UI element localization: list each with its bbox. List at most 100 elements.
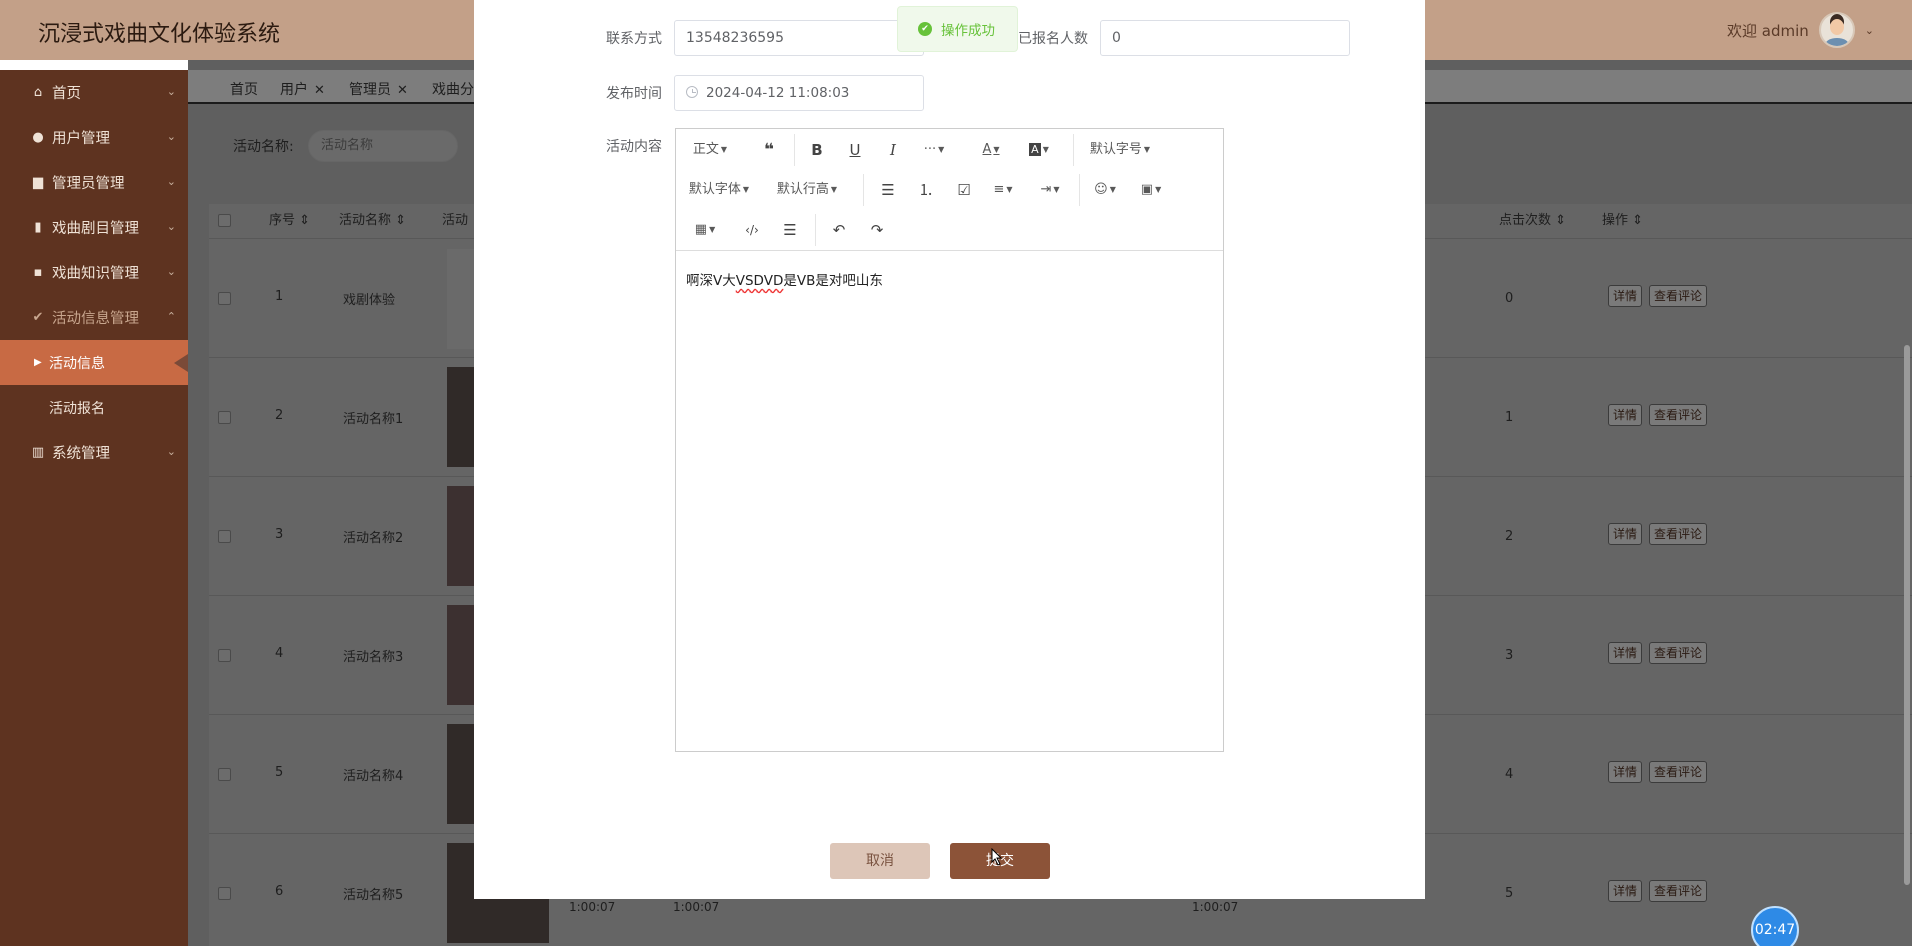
code-icon[interactable]: ‹/› xyxy=(736,215,768,245)
editor-toolbar: 正文 ▼ ❝ B U I ··· ▼ A ▼ A ▼ 默认字号 ▼ 默认字体 ▼ 默认行高 ▼… xyxy=(676,129,1223,251)
todo-checkbox-icon[interactable]: ☑ xyxy=(948,175,980,205)
detail-button[interactable]: 详情 xyxy=(1608,523,1643,545)
redo-icon[interactable]: ↷ xyxy=(861,215,893,245)
chevron-down-icon: ⌄ xyxy=(166,445,176,458)
detail-button[interactable]: 详情 xyxy=(1608,404,1643,426)
more-styles-icon[interactable]: ··· ▼ xyxy=(919,135,949,165)
header-partial: 活动 xyxy=(442,213,469,228)
chevron-down-icon: ⌄ xyxy=(166,130,176,143)
spellcheck-flag: VSDVD xyxy=(735,273,784,289)
header-clicks[interactable]: 点击次数 ⇕ xyxy=(1499,204,1566,238)
align-icon[interactable]: ≡ ▼ xyxy=(986,175,1020,205)
font-family-dropdown[interactable]: 默认字体 ▼ xyxy=(686,175,752,205)
publish-time-input[interactable]: 2024-04-12 11:08:03 xyxy=(674,75,924,111)
chevron-down-icon: ⌄ xyxy=(166,265,176,278)
bg-color-icon[interactable]: A ▼ xyxy=(1024,135,1054,165)
header-name[interactable]: 活动名称 ⇕ xyxy=(339,204,406,238)
bullet-list-icon[interactable]: ☰ xyxy=(872,175,904,205)
bold-icon[interactable]: B xyxy=(801,135,833,165)
editor-content[interactable]: 啊深V大VSDVD是VB是对吧山东 xyxy=(686,269,883,289)
emoji-icon[interactable]: ☺ ▼ xyxy=(1088,175,1122,205)
divider-line-icon[interactable]: ☰ xyxy=(774,215,806,245)
signup-count-label: 已报名人数 xyxy=(1018,31,1088,47)
sidebar-item-repertoire[interactable]: ▮ 戏曲剧目管理 ⌄ xyxy=(0,205,188,250)
quote-icon[interactable]: ❝ xyxy=(753,135,785,165)
detail-button[interactable]: 详情 xyxy=(1608,642,1643,664)
header-index[interactable]: 序号 ⇕ xyxy=(269,204,310,238)
font-color-icon[interactable]: A ▼ xyxy=(976,135,1006,165)
sidebar-item-system[interactable]: ▥ 系统管理 ⌄ xyxy=(0,430,188,475)
check-circle-icon: ✔ xyxy=(918,22,932,36)
row-checkbox[interactable] xyxy=(218,887,231,900)
tab-users[interactable]: 用户 ✕ xyxy=(280,79,325,99)
row-index: 4 xyxy=(275,646,284,661)
comments-button[interactable]: 查看评论 xyxy=(1649,285,1708,307)
sidebar-item-knowledge[interactable]: ▪ 戏曲知识管理 ⌄ xyxy=(0,250,188,295)
comments-button[interactable]: 查看评论 xyxy=(1649,404,1708,426)
chevron-down-icon[interactable]: ⌄ xyxy=(1865,24,1874,37)
row-checkbox[interactable] xyxy=(218,530,231,543)
numbered-list-icon[interactable]: ⒈ xyxy=(910,175,942,205)
close-icon[interactable]: ✕ xyxy=(314,83,325,98)
chevron-down-icon: ⌄ xyxy=(166,175,176,188)
sidebar-subitem-activity-signup[interactable]: 活动报名 xyxy=(0,385,188,430)
comments-button[interactable]: 查看评论 xyxy=(1649,523,1708,545)
sidebar-subitem-activity-info[interactable]: ▶ 活动信息 xyxy=(0,340,188,385)
detail-button[interactable]: 详情 xyxy=(1608,285,1643,307)
tab-opera[interactable]: 戏曲分 xyxy=(432,79,474,99)
undo-icon[interactable]: ↶ xyxy=(823,215,855,245)
user-menu[interactable]: 欢迎 admin ⌄ xyxy=(1727,12,1874,48)
system-icon: ▥ xyxy=(31,445,45,460)
scrollbar[interactable] xyxy=(1904,345,1910,885)
detail-button[interactable]: 详情 xyxy=(1608,761,1643,783)
row-clicks: 1 xyxy=(1505,410,1514,425)
search-input[interactable]: 活动名称 xyxy=(308,130,458,162)
underline-icon[interactable]: U xyxy=(839,135,871,165)
publish-time-label: 发布时间 xyxy=(606,86,662,102)
italic-icon[interactable]: I xyxy=(877,135,909,165)
tab-admins[interactable]: 管理员 ✕ xyxy=(349,79,408,99)
toolbar-divider xyxy=(863,174,864,206)
font-size-dropdown[interactable]: 默认字号 ▼ xyxy=(1086,135,1154,165)
contact-input[interactable]: 13548236595 xyxy=(674,20,924,56)
sidebar-item-admins[interactable]: ▆ 管理员管理 ⌄ xyxy=(0,160,188,205)
table-icon[interactable]: ▦ ▼ xyxy=(688,215,722,245)
repertoire-icon: ▮ xyxy=(34,220,42,235)
time-value: 1:00:07 xyxy=(1192,900,1239,914)
select-all-checkbox[interactable] xyxy=(218,214,231,227)
row-checkbox[interactable] xyxy=(218,649,231,662)
image-icon[interactable]: ▣ ▼ xyxy=(1134,175,1168,205)
row-checkbox[interactable] xyxy=(218,768,231,781)
row-index: 5 xyxy=(275,765,284,780)
mouse-cursor-icon xyxy=(991,848,1003,866)
row-name: 活动名称2 xyxy=(343,531,404,546)
sidebar-item-home[interactable]: ⌂ 首页 ⌄ xyxy=(0,70,188,115)
knowledge-icon: ▪ xyxy=(33,265,43,280)
row-checkbox[interactable] xyxy=(218,411,231,424)
row-name: 活动名称4 xyxy=(343,769,404,784)
comments-button[interactable]: 查看评论 xyxy=(1649,642,1708,664)
close-icon[interactable]: ✕ xyxy=(397,83,408,98)
sidebar-item-users[interactable]: ● 用户管理 ⌄ xyxy=(0,115,188,160)
avatar[interactable] xyxy=(1818,12,1855,48)
clock-icon xyxy=(686,86,698,98)
sidebar: ⌂ 首页 ⌄ ● 用户管理 ⌄ ▆ 管理员管理 ⌄ ▮ 戏曲剧目管理 ⌄ ▪ 戏… xyxy=(0,70,188,946)
cancel-button[interactable]: 取消 xyxy=(830,843,930,879)
row-clicks: 2 xyxy=(1505,529,1514,544)
paragraph-dropdown[interactable]: 正文 ▼ xyxy=(688,135,732,165)
toolbar-divider xyxy=(1079,174,1080,206)
timer-badge[interactable]: 02:47 xyxy=(1751,906,1799,946)
activity-icon: ✔ xyxy=(32,310,44,325)
line-height-dropdown[interactable]: 默认行高 ▼ xyxy=(774,175,840,205)
signup-count-input[interactable]: 0 xyxy=(1100,20,1350,56)
detail-button[interactable]: 详情 xyxy=(1608,880,1643,902)
sidebar-item-activity[interactable]: ✔ 活动信息管理 ⌃ xyxy=(0,295,188,340)
comments-button[interactable]: 查看评论 xyxy=(1649,761,1708,783)
row-index: 1 xyxy=(275,289,284,304)
row-name: 戏剧体验 xyxy=(343,293,396,308)
chevron-down-icon: ⌄ xyxy=(166,85,176,98)
indent-icon[interactable]: ⇥ ▼ xyxy=(1033,175,1067,205)
comments-button[interactable]: 查看评论 xyxy=(1649,880,1708,902)
tab-home[interactable]: 首页 xyxy=(230,79,258,99)
row-checkbox[interactable] xyxy=(218,292,231,305)
